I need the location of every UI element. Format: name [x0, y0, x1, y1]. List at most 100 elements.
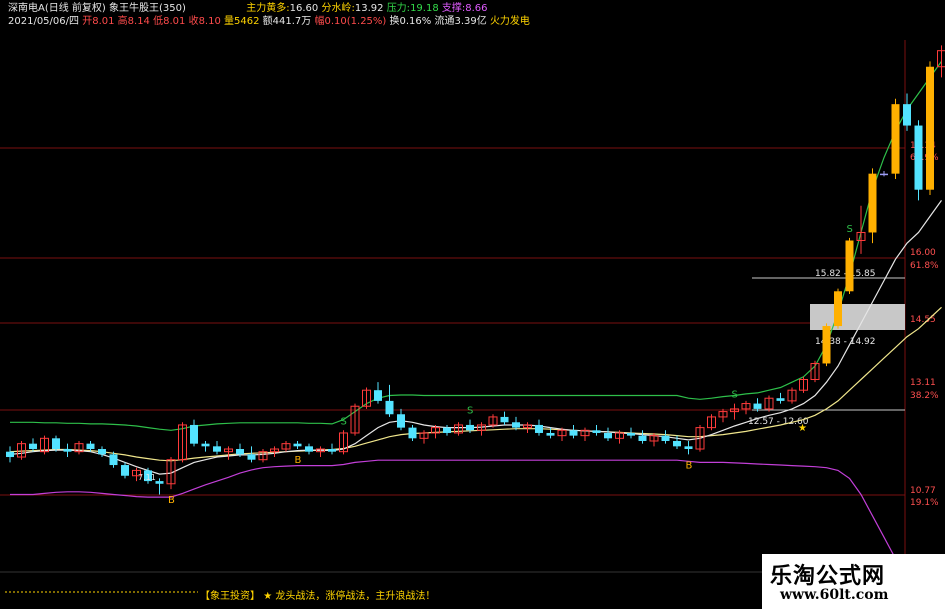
candle-body — [443, 427, 451, 433]
close-label: 收 — [188, 16, 199, 27]
candle-body — [914, 125, 923, 190]
price-axis-label: 61.8% — [910, 261, 939, 271]
price-axis-label: 19.1% — [910, 498, 939, 508]
sell-signal-marker: S — [467, 406, 473, 417]
pressure-value: 19.18 — [410, 3, 439, 14]
close-value: 8.10 — [198, 16, 221, 27]
watermark: 乐淘公式网 www.60lt.com — [762, 554, 945, 609]
candle-body — [891, 104, 900, 174]
candle-body — [512, 422, 520, 428]
water-label: 分水岭: — [321, 3, 355, 14]
candle-body — [592, 430, 601, 433]
candle-body — [247, 454, 256, 460]
candle-body — [52, 438, 60, 450]
candle-body — [627, 432, 635, 436]
candle-body — [903, 104, 911, 126]
candle-body — [535, 424, 543, 433]
open-value: 8.01 — [92, 16, 115, 27]
candle-body — [661, 435, 670, 441]
footer-banner: 【象王投资】 ★ 龙头战法，涨停战法，主升浪战法！ — [200, 587, 435, 602]
candle-body — [546, 432, 555, 436]
candle-body — [500, 416, 509, 423]
candle-body — [845, 240, 854, 292]
float-value: 3.39亿 — [454, 16, 487, 27]
low-value: 8.01 — [163, 16, 186, 27]
volume-label: 量 — [224, 16, 235, 27]
candle-body — [673, 440, 681, 447]
candle-body — [569, 430, 578, 436]
candle-body — [305, 446, 313, 452]
concept-tag: 火力发电 — [489, 16, 530, 27]
volume-value: 5462 — [234, 16, 260, 27]
candle-body — [638, 435, 647, 441]
buy-signal-marker: B — [168, 495, 175, 506]
float-label: 流通 — [434, 16, 455, 27]
pressure-label: 压力: — [386, 3, 411, 14]
pressure-band-line — [10, 61, 942, 431]
candle-body — [121, 465, 129, 476]
low-label: 低 — [153, 16, 164, 27]
high-label: 高 — [117, 16, 128, 27]
support-value: 8.66 — [465, 3, 488, 14]
candle-body — [868, 173, 877, 233]
sell-signal-marker: S — [847, 224, 853, 235]
price-axis-label: 10.77 — [910, 486, 936, 496]
candle-body — [385, 400, 394, 415]
header-line-1: 深南电A(日线 前复权) 象王牛股王(350) 主力黄多:16.60 分水岭:1… — [8, 3, 488, 15]
turnover-value: 0.16% — [399, 16, 432, 27]
support-label: 支撑: — [441, 3, 466, 14]
change-label: 幅 — [314, 16, 325, 27]
candle-body — [201, 443, 210, 447]
candle-body — [155, 481, 164, 484]
open-label: 开 — [82, 16, 93, 27]
candle-body — [190, 424, 198, 444]
footer-title: 象王投资 — [210, 591, 250, 602]
buy-signal-marker: B — [686, 460, 693, 471]
candle-body — [822, 326, 831, 364]
candle-body — [236, 449, 244, 455]
indicator-name: 象王牛股王(350) — [109, 3, 186, 14]
candle-body — [86, 443, 95, 450]
change-value: 0.10(1.25%) — [324, 16, 387, 27]
candle-body — [109, 454, 118, 466]
watermark-url: www.60lt.com — [780, 587, 889, 603]
star-marker-icon: ★ — [798, 423, 807, 434]
sell-signal-marker: S — [341, 416, 347, 427]
price-axis-label: 16.00 — [910, 248, 936, 258]
candle-body — [926, 66, 934, 190]
candle-body — [328, 449, 336, 452]
footer-star-icon: ★ — [263, 591, 273, 602]
candle-body — [776, 398, 785, 401]
candle-body — [6, 451, 14, 458]
header-line-2: 2021/05/06/四 开8.01 高8.14 低8.01 收8.10 量54… — [8, 16, 530, 28]
candle-body — [753, 403, 762, 409]
buy-signal-marker: B — [295, 455, 302, 466]
sell-signal-marker: S — [732, 390, 738, 401]
candle-body — [63, 449, 72, 452]
candle-body — [604, 432, 612, 439]
price-axis-label: 38.2% — [910, 391, 939, 401]
candle-body — [397, 414, 405, 428]
amount-value: 441.7万 — [272, 16, 312, 27]
candle-body — [98, 449, 106, 455]
candle-body — [374, 390, 382, 401]
candle-body — [466, 424, 474, 431]
price-axis-label: 13.11 — [910, 378, 936, 388]
main-label: 主力黄多: — [246, 3, 290, 14]
candle-body — [880, 173, 888, 176]
candle-body — [684, 446, 693, 450]
candle-body — [29, 443, 37, 450]
footer-bracket-left: 【 — [200, 591, 210, 602]
candle-body — [293, 443, 302, 447]
watermark-title: 乐淘公式网 — [770, 564, 886, 589]
amount-label: 额 — [262, 16, 273, 27]
footer-text: 龙头战法，涨停战法，主升浪战法！ — [275, 591, 436, 602]
candle-body — [834, 291, 842, 327]
kline-chart[interactable]: 18.3460.9%16.0061.8%14.5513.1138.2%10.77… — [0, 0, 945, 609]
main-value: 16.60 — [289, 3, 319, 14]
water-value: 13.92 — [354, 3, 384, 14]
low-price-label: 7.11 — [138, 473, 156, 482]
candle-body — [408, 427, 417, 439]
turnover-label: 换 — [389, 16, 400, 27]
candle-body — [213, 446, 221, 452]
